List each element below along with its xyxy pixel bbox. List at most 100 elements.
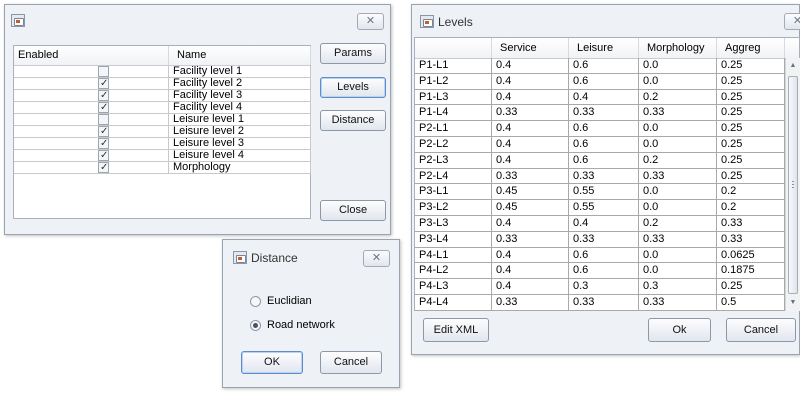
table-row[interactable]: Morphology xyxy=(14,162,311,174)
column-header-enabled[interactable]: Enabled xyxy=(14,46,169,65)
table-row[interactable]: P2-L4 0.33 0.33 0.33 0.25 xyxy=(415,168,785,185)
aggreg-cell[interactable]: 0.25 xyxy=(717,137,785,153)
close-button[interactable]: Close xyxy=(320,200,386,221)
radio-button[interactable] xyxy=(250,296,261,307)
column-header-leisure[interactable]: Leisure xyxy=(569,38,639,58)
table-row[interactable]: Leisure level 3 xyxy=(14,138,311,150)
service-cell[interactable]: 0.4 xyxy=(492,121,569,137)
service-cell[interactable]: 0.4 xyxy=(492,279,569,295)
aggreg-cell[interactable]: 0.0625 xyxy=(717,247,785,264)
table-row[interactable]: Facility level 2 xyxy=(14,78,311,90)
morphology-cell[interactable]: 0.0 xyxy=(639,73,717,90)
morphology-cell[interactable]: 0.0 xyxy=(639,200,717,216)
service-cell[interactable]: 0.4 xyxy=(492,247,569,264)
params-button[interactable]: Params xyxy=(320,43,386,64)
scroll-down-arrow-icon[interactable]: ▼ xyxy=(786,295,800,311)
aggreg-cell[interactable]: 0.1875 xyxy=(717,263,785,280)
morphology-cell[interactable]: 0.0 xyxy=(639,121,717,137)
morphology-cell[interactable]: 0.2 xyxy=(639,152,717,169)
option-road-network[interactable]: Road network xyxy=(250,318,380,334)
aggreg-cell[interactable]: 0.25 xyxy=(717,279,785,295)
vertical-scrollbar[interactable]: ▲ ▼ xyxy=(785,58,800,311)
table-row[interactable]: P1-L3 0.4 0.4 0.2 0.25 xyxy=(415,89,785,106)
enabled-checkbox[interactable] xyxy=(98,114,109,125)
morphology-cell[interactable]: 0.33 xyxy=(639,105,717,122)
table-row[interactable]: Facility level 1 xyxy=(14,66,311,78)
ok-button[interactable]: Ok xyxy=(648,318,711,342)
morphology-cell[interactable]: 0.33 xyxy=(639,231,717,248)
radio-button[interactable] xyxy=(250,320,261,331)
aggreg-cell[interactable]: 0.25 xyxy=(717,121,785,137)
leisure-cell[interactable]: 0.4 xyxy=(569,216,639,232)
leisure-cell[interactable]: 0.33 xyxy=(569,295,639,311)
table-row[interactable]: P3-L2 0.45 0.55 0.0 0.2 xyxy=(415,200,785,216)
aggreg-cell[interactable]: 0.25 xyxy=(717,89,785,106)
leisure-cell[interactable]: 0.4 xyxy=(569,89,639,106)
aggreg-cell[interactable]: 0.33 xyxy=(717,216,785,232)
table-row[interactable]: P4-L3 0.4 0.3 0.3 0.25 xyxy=(415,279,785,295)
aggreg-cell[interactable]: 0.25 xyxy=(717,58,785,74)
morphology-cell[interactable]: 0.3 xyxy=(639,279,717,295)
table-row[interactable]: Leisure level 1 xyxy=(14,114,311,126)
distance-button[interactable]: Distance xyxy=(320,110,386,131)
close-dialog-button[interactable]: ✕ xyxy=(363,250,390,267)
leisure-cell[interactable]: 0.6 xyxy=(569,137,639,153)
close-window-button[interactable]: ✕ xyxy=(784,13,800,30)
aggreg-cell[interactable]: 0.33 xyxy=(717,231,785,248)
aggreg-cell[interactable]: 0.2 xyxy=(717,184,785,201)
ok-button[interactable]: OK xyxy=(241,351,303,374)
leisure-cell[interactable]: 0.6 xyxy=(569,121,639,137)
table-row[interactable]: P4-L4 0.33 0.33 0.33 0.5 xyxy=(415,295,785,311)
edit-xml-button[interactable]: Edit XML xyxy=(423,318,489,342)
leisure-cell[interactable]: 0.3 xyxy=(569,279,639,295)
service-cell[interactable]: 0.45 xyxy=(492,184,569,201)
leisure-cell[interactable]: 0.6 xyxy=(569,247,639,264)
scroll-up-arrow-icon[interactable]: ▲ xyxy=(786,58,800,74)
service-cell[interactable]: 0.4 xyxy=(492,263,569,280)
service-cell[interactable]: 0.33 xyxy=(492,168,569,185)
table-row[interactable]: P2-L3 0.4 0.6 0.2 0.25 xyxy=(415,152,785,169)
aggreg-cell[interactable]: 0.2 xyxy=(717,200,785,216)
morphology-cell[interactable]: 0.0 xyxy=(639,263,717,280)
enabled-checkbox[interactable] xyxy=(98,102,109,113)
column-header-aggreg[interactable]: Aggreg xyxy=(717,38,785,58)
aggreg-cell[interactable]: 0.25 xyxy=(717,73,785,90)
column-header-morphology[interactable]: Morphology xyxy=(639,38,717,58)
service-cell[interactable]: 0.45 xyxy=(492,200,569,216)
option-euclidian[interactable]: Euclidian xyxy=(250,294,370,310)
aggreg-cell[interactable]: 0.25 xyxy=(717,105,785,122)
enabled-checkbox[interactable] xyxy=(98,138,109,149)
table-row[interactable]: Leisure level 2 xyxy=(14,126,311,138)
morphology-cell[interactable]: 0.2 xyxy=(639,216,717,232)
column-header-name[interactable]: Name xyxy=(169,46,311,65)
table-row[interactable]: P3-L4 0.33 0.33 0.33 0.33 xyxy=(415,231,785,248)
service-cell[interactable]: 0.4 xyxy=(492,152,569,169)
aggreg-cell[interactable]: 0.25 xyxy=(717,152,785,169)
table-row[interactable]: P4-L1 0.4 0.6 0.0 0.0625 xyxy=(415,247,785,264)
service-cell[interactable]: 0.4 xyxy=(492,73,569,90)
morphology-cell[interactable]: 0.0 xyxy=(639,58,717,74)
morphology-cell[interactable]: 0.0 xyxy=(639,137,717,153)
levels-button[interactable]: Levels xyxy=(320,77,386,98)
scrollbar-thumb[interactable] xyxy=(788,76,798,294)
table-row[interactable]: P1-L2 0.4 0.6 0.0 0.25 xyxy=(415,73,785,90)
service-cell[interactable]: 0.4 xyxy=(492,58,569,74)
service-cell[interactable]: 0.33 xyxy=(492,295,569,311)
service-cell[interactable]: 0.4 xyxy=(492,216,569,232)
morphology-cell[interactable]: 0.0 xyxy=(639,247,717,264)
table-row[interactable]: P1-L4 0.33 0.33 0.33 0.25 xyxy=(415,105,785,122)
leisure-cell[interactable]: 0.55 xyxy=(569,184,639,201)
column-header-service[interactable]: Service xyxy=(492,38,569,58)
leisure-cell[interactable]: 0.33 xyxy=(569,231,639,248)
enabled-checkbox[interactable] xyxy=(98,126,109,137)
leisure-cell[interactable]: 0.6 xyxy=(569,58,639,74)
aggreg-cell[interactable]: 0.5 xyxy=(717,295,785,311)
service-cell[interactable]: 0.33 xyxy=(492,105,569,122)
morphology-cell[interactable]: 0.0 xyxy=(639,184,717,201)
table-row[interactable]: Facility level 4 xyxy=(14,102,311,114)
table-row[interactable]: P1-L1 0.4 0.6 0.0 0.25 xyxy=(415,58,785,74)
table-row[interactable]: Leisure level 4 xyxy=(14,150,311,162)
aggreg-cell[interactable]: 0.25 xyxy=(717,168,785,185)
service-cell[interactable]: 0.33 xyxy=(492,231,569,248)
enabled-checkbox[interactable] xyxy=(98,162,109,173)
